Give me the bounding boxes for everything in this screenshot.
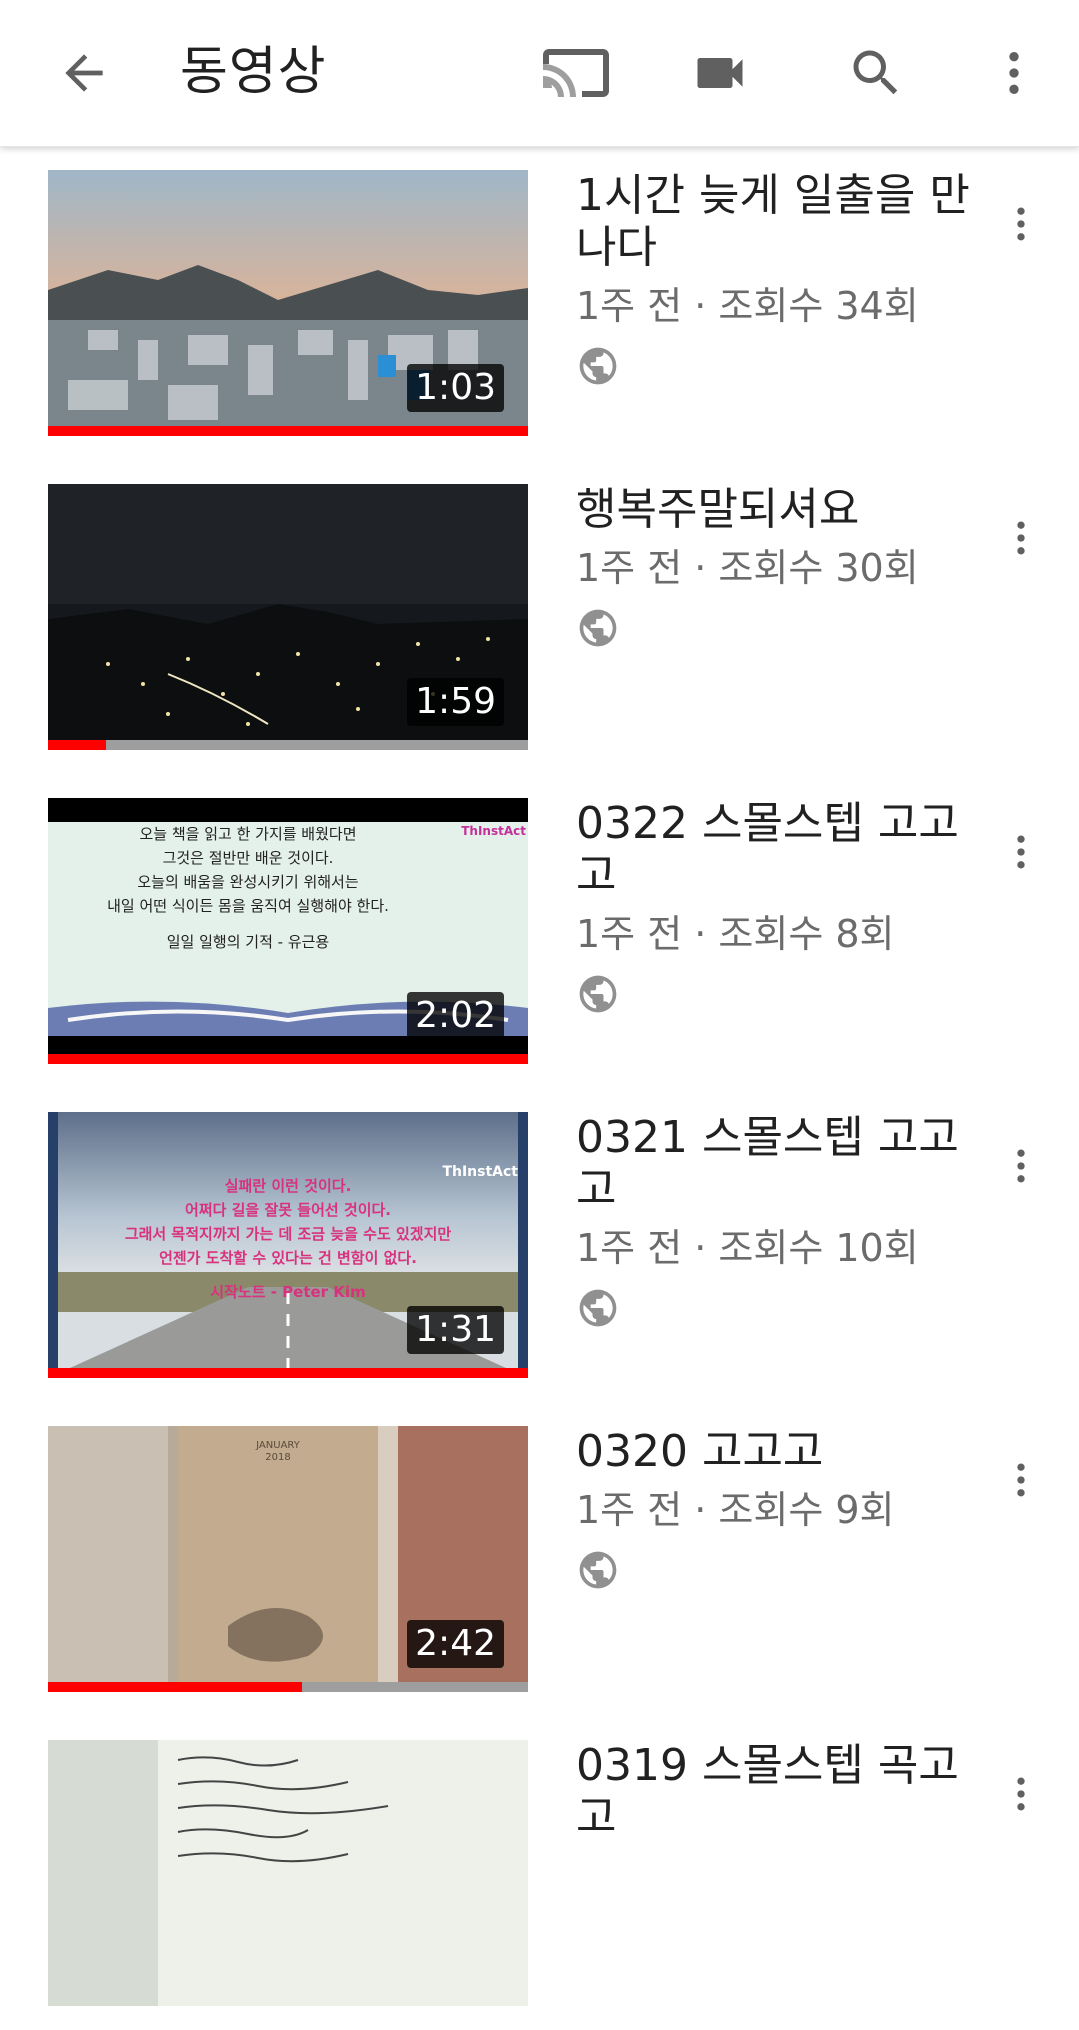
arrow-back-icon (65, 54, 103, 92)
public-globe-icon (579, 975, 617, 1013)
video-menu-button[interactable] (991, 502, 1051, 574)
video-duration: 2:02 (407, 992, 504, 1040)
video-title[interactable]: 행복주말되셔요 (576, 484, 996, 536)
video-meta: 1시간 늦게 일출을 만나다 1주 전 · 조회수 34회 (576, 170, 996, 392)
more-vert-icon (1017, 1463, 1025, 1497)
watch-progress-fill (48, 1054, 528, 1064)
watch-progress-track (48, 1682, 528, 1692)
search-button[interactable] (828, 25, 924, 121)
video-menu-button[interactable] (991, 816, 1051, 888)
more-vert-icon (1017, 521, 1025, 555)
video-duration: 1:59 (407, 678, 504, 726)
upload-video-button[interactable] (672, 25, 768, 121)
more-vert-icon (1017, 835, 1025, 869)
search-icon (853, 50, 898, 95)
video-stats: 1주 전 · 조회수 8회 (576, 912, 895, 956)
thumbnail-text: 2018 (265, 1452, 291, 1463)
video-stats: 1주 전 · 조회수 34회 (576, 284, 919, 328)
video-thumbnail[interactable]: 실패란 이런 것이다. 어쩌다 길을 잘못 들어선 것이다. 그래서 목적지까지… (48, 1112, 528, 1378)
video-menu-button[interactable] (991, 188, 1051, 260)
more-vert-icon (1017, 207, 1025, 241)
watch-progress-track (48, 740, 528, 750)
quote-line: 그래서 목적지까지 가는 데 조금 늦을 수도 있겠지만 (124, 1225, 452, 1243)
video-duration: 1:31 (407, 1306, 504, 1354)
video-title[interactable]: 0320 고고고 (576, 1426, 996, 1478)
public-globe-icon (579, 1289, 617, 1327)
cast-button[interactable] (528, 25, 624, 121)
video-meta: 행복주말되셔요 1주 전 · 조회수 30회 (576, 484, 996, 654)
video-menu-button[interactable] (991, 1130, 1051, 1202)
quote-line: 내일 어떤 식이든 몸을 움직여 실행해야 한다. (107, 897, 389, 915)
video-thumbnail[interactable]: 1:59 (48, 484, 528, 750)
video-title[interactable]: 0319 스몰스텝 곡고고 (576, 1740, 996, 1844)
public-globe-icon (579, 1551, 617, 1589)
video-list-item[interactable]: JANUARY 2018 2:42 0320 고고고 1주 전 · 조회수 9회 (0, 1402, 1079, 1716)
watch-progress-track (48, 1054, 528, 1064)
thumbnail-caption: JANUARY 2018 (178, 1440, 378, 1464)
video-title[interactable]: 1시간 늦게 일출을 만나다 (576, 170, 996, 274)
video-list-item[interactable]: 1:03 1시간 늦게 일출을 만나다 1주 전 · 조회수 34회 (0, 146, 1079, 460)
video-title[interactable]: 0321 스몰스텝 고고고 (576, 1112, 996, 1216)
quote-line: 오늘의 배움을 완성시키기 위해서는 (137, 873, 359, 891)
quote-line: 어쩌다 길을 잘못 들어선 것이다. (185, 1201, 391, 1219)
video-duration: 1:03 (407, 364, 504, 412)
video-list-item[interactable]: 0319 스몰스텝 곡고고 (0, 1716, 1079, 2030)
video-duration: 2:42 (407, 1620, 504, 1668)
video-meta: 0319 스몰스텝 곡고고 (576, 1740, 996, 1844)
thumbnail-logo: ThInstAct (442, 1164, 518, 1180)
watch-progress-track (48, 426, 528, 436)
watch-progress-fill (48, 740, 106, 750)
watch-progress-fill (48, 1682, 303, 1692)
video-stats: 1주 전 · 조회수 30회 (576, 546, 919, 590)
watch-progress-fill (48, 1368, 528, 1378)
more-vert-icon (1017, 1149, 1025, 1183)
public-globe-icon (579, 347, 617, 385)
thumbnail-text: JANUARY (256, 1440, 300, 1451)
video-thumbnail[interactable]: 1:03 (48, 170, 528, 436)
cast-icon (543, 49, 609, 97)
quote-line: 언젠가 도착할 수 있다는 건 변함이 없다. (159, 1249, 417, 1267)
video-menu-button[interactable] (991, 1444, 1051, 1516)
quote-line: 그것은 절반만 배운 것이다. (162, 849, 334, 867)
watch-progress-track (48, 1368, 528, 1378)
video-menu-button[interactable] (991, 1758, 1051, 1830)
thumbnail-quote: 오늘 책을 읽고 한 가지를 배웠다면 그것은 절반만 배운 것이다. 오늘의 … (48, 822, 448, 954)
thumbnail-image (48, 1740, 528, 2006)
video-thumbnail[interactable] (48, 1740, 528, 2006)
back-button[interactable] (36, 25, 132, 121)
thumbnail-quote: 실패란 이런 것이다. 어쩌다 길을 잘못 들어선 것이다. 그래서 목적지까지… (48, 1174, 528, 1304)
video-camera-icon (697, 58, 743, 88)
video-list-item[interactable]: 오늘 책을 읽고 한 가지를 배웠다면 그것은 절반만 배운 것이다. 오늘의 … (0, 774, 1079, 1088)
video-list-item[interactable]: 1:59 행복주말되셔요 1주 전 · 조회수 30회 (0, 460, 1079, 774)
quote-source: 일일 일행의 기적 - 유근용 (166, 933, 330, 951)
more-vert-icon (1017, 1777, 1025, 1811)
video-title[interactable]: 0322 스몰스텝 고고고 (576, 798, 996, 902)
video-meta: 0321 스몰스텝 고고고 1주 전 · 조회수 10회 (576, 1112, 996, 1334)
video-thumbnail[interactable]: 오늘 책을 읽고 한 가지를 배웠다면 그것은 절반만 배운 것이다. 오늘의 … (48, 798, 528, 1064)
video-stats: 1주 전 · 조회수 9회 (576, 1488, 895, 1532)
video-list-item[interactable]: 실패란 이런 것이다. 어쩌다 길을 잘못 들어선 것이다. 그래서 목적지까지… (0, 1088, 1079, 1402)
watch-progress-fill (48, 426, 528, 436)
quote-line: 오늘 책을 읽고 한 가지를 배웠다면 (139, 825, 357, 843)
video-thumbnail[interactable]: JANUARY 2018 2:42 (48, 1426, 528, 1692)
thumbnail-logo: ThInstAct (461, 824, 526, 838)
video-meta: 0320 고고고 1주 전 · 조회수 9회 (576, 1426, 996, 1596)
public-globe-icon (579, 609, 617, 647)
video-stats: 1주 전 · 조회수 10회 (576, 1226, 919, 1270)
app-bar: 동영상 (0, 0, 1079, 147)
more-vert-icon (1009, 52, 1019, 94)
quote-source: 시작노트 - Peter Kim (210, 1283, 366, 1301)
page-title: 동영상 (180, 42, 327, 102)
overflow-menu-button[interactable] (966, 25, 1062, 121)
video-meta: 0322 스몰스텝 고고고 1주 전 · 조회수 8회 (576, 798, 996, 1020)
